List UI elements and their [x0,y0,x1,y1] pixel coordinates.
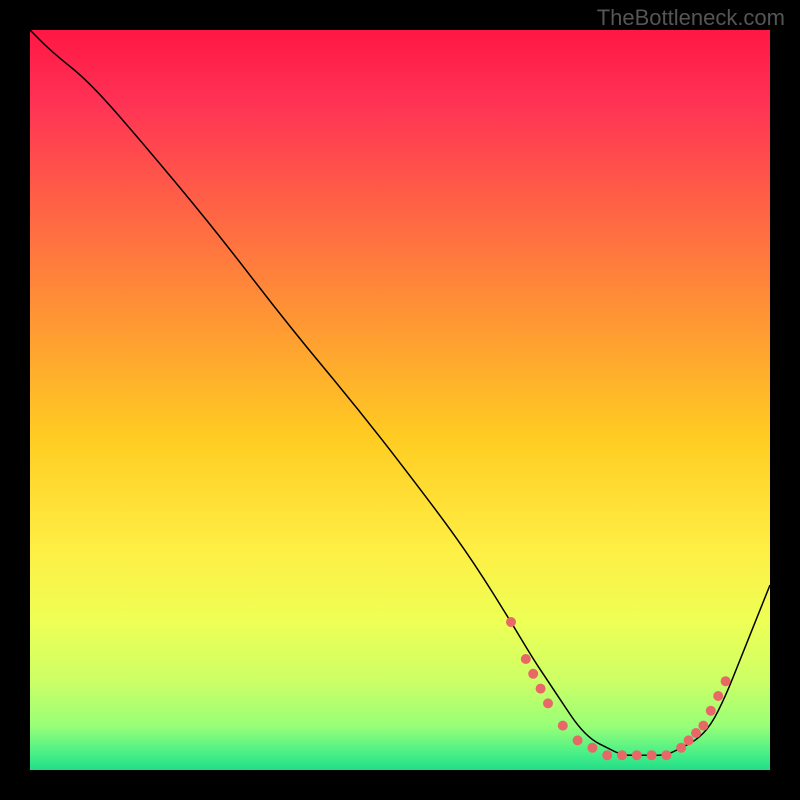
data-dot [721,676,731,686]
data-dot [558,721,568,731]
data-dot [698,721,708,731]
chart-plot-area [30,30,770,770]
data-dot [632,750,642,760]
data-dot [706,706,716,716]
data-dot [617,750,627,760]
data-dot [647,750,657,760]
data-dot [587,743,597,753]
data-dot [602,750,612,760]
data-dot [573,735,583,745]
data-dot [676,743,686,753]
data-dot [543,698,553,708]
data-dot [684,735,694,745]
data-dot [661,750,671,760]
data-dot [506,617,516,627]
data-dot [528,669,538,679]
chart-svg [30,30,770,770]
data-dot [713,691,723,701]
data-dot [521,654,531,664]
data-dot [536,684,546,694]
watermark: TheBottleneck.com [597,5,785,31]
data-dot [691,728,701,738]
